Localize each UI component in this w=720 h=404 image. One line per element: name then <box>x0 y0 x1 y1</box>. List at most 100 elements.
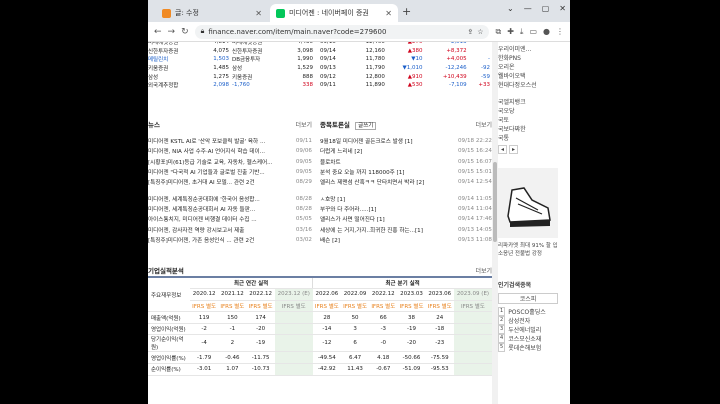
list-item[interactable]: 미디어젠, 세계특징순공대회에 '한국어 음성합... 08/28 <box>148 193 312 203</box>
back-icon[interactable]: ← <box>154 27 162 37</box>
side-broker-item[interactable]: 오리온 <box>498 62 570 71</box>
write-button[interactable]: 글쓰기 <box>355 122 377 130</box>
rank-name[interactable]: 코스모신소재 <box>508 334 541 343</box>
chevron-down-icon[interactable]: ⌄ <box>507 4 514 13</box>
list-item[interactable]: 미디어젠 KSTL AI로 '산악 포보클릭 발굴' 육하 ... 09/11 <box>148 136 312 146</box>
rank-name[interactable]: 삼성전자 <box>508 316 530 325</box>
side-broker-item[interactable]: 한화PNS <box>498 53 570 62</box>
item-title[interactable]: [특징주]미디어젠, 초거대 AI 모델... 관련 2건 <box>148 178 293 186</box>
side-ad-text[interactable]: 리파카엣 최대 91% 할 입소응년 전불법 강정 <box>498 242 558 258</box>
list-item[interactable]: 더럽게 느리네 [2] 09/15 16:24 <box>320 146 492 156</box>
side-theme-item[interactable]: 국오당 <box>498 106 570 115</box>
item-title[interactable]: 엘리스 제맨섬 산혹ㅋㅋ 단타치면서 박라 [2] <box>320 178 455 186</box>
share-icon[interactable]: ⇪ <box>467 28 473 36</box>
bookmark-star-icon[interactable]: ☆ <box>477 28 483 36</box>
ranking-item[interactable]: 2 삼성전자 <box>498 316 570 325</box>
side-theme-item[interactable]: 국보다쨔한 <box>498 124 570 133</box>
list-item[interactable]: [특징주]미디어젠, 가존 음성인식 ... 관련 2건 03/02 <box>148 235 312 245</box>
table-cell: ▲530 <box>407 82 423 89</box>
list-item[interactable]: 앨리스가 사면 떨어진다 [1] 09/14 17:46 <box>320 214 492 224</box>
rank-name[interactable]: 두산에너빌리 <box>508 325 541 334</box>
profile-icon[interactable]: ● <box>543 27 550 37</box>
side-theme-item[interactable]: 국통 <box>498 133 570 142</box>
news-more-link[interactable]: 더보기 <box>295 120 312 129</box>
item-title[interactable]: 배슨 [2] <box>320 236 455 244</box>
table-row: 메릴린치 1,503 DB금융투자 1,990 <box>148 55 316 64</box>
ranking-item[interactable]: 1 POSCO홀딩스 <box>498 307 570 316</box>
list-item[interactable]: 분석 중요 오늘 까지 118000주 [1] 09/15 15:01 <box>320 167 492 177</box>
item-title[interactable]: 미디어젠 KSTL AI로 '산악 포보클릭 발굴' 육하 ... <box>148 137 293 145</box>
table-cell: 1,529 <box>297 65 313 72</box>
list-item[interactable]: 미디어젠, 세계특징순공대회서 AI 자동 들판... 08/28 <box>148 204 312 214</box>
item-title[interactable]: [시황포]미(61)등급 기술로 교육, 자동차, 헬스케어... <box>148 158 293 166</box>
table-cell: 3,098 <box>297 47 313 54</box>
item-title[interactable]: 블로차트 <box>320 158 455 166</box>
item-title[interactable]: [특징주]미디어젠, 가존 음성인식 ... 관련 2건 <box>148 236 293 244</box>
side-broker-item[interactable]: 우리이미엔... <box>498 44 570 53</box>
ranking-tab[interactable]: 코스피 <box>498 293 558 304</box>
close-window-icon[interactable]: ✕ <box>559 4 566 13</box>
close-tab-icon[interactable]: ✕ <box>385 9 392 18</box>
reload-icon[interactable]: ↻ <box>181 27 189 37</box>
board-more-link[interactable]: 더보기 <box>475 120 492 129</box>
item-title[interactable]: 미디어젠 "다국적 AI 기업들과 글로벌 진출 기반... <box>148 168 293 176</box>
extension-icon[interactable]: ⧉ <box>495 27 501 37</box>
puzzle-icon[interactable]: ✚ <box>507 27 514 37</box>
maximize-icon[interactable]: ▢ <box>542 4 550 13</box>
item-title[interactable]: 미디어젠, 감사자전 역량 강시보고서 제출 <box>148 226 293 234</box>
new-tab-button[interactable]: + <box>402 5 411 18</box>
prev-icon[interactable]: ◂ <box>498 145 508 154</box>
period-header: 2023.09 (E) <box>453 288 492 301</box>
side-ad[interactable] <box>498 168 558 238</box>
side-theme-item[interactable]: 국토 <box>498 115 570 124</box>
item-title[interactable]: 앨리스가 사면 떨어진다 [1] <box>320 215 455 223</box>
menu-icon[interactable]: ⋮ <box>556 27 564 37</box>
download-icon[interactable]: ⤓ <box>520 27 524 37</box>
list-item[interactable]: ㅅ호망 [1] 09/14 11:05 <box>320 193 492 203</box>
list-item[interactable]: 엘리스 제맨섬 산혹ㅋㅋ 단타치면서 박라 [2] 09/14 12:54 <box>320 177 492 187</box>
item-title[interactable]: 더럽게 느리네 [2] <box>320 147 455 155</box>
sidepanel-icon[interactable]: ▭ <box>529 27 537 37</box>
list-item[interactable]: 미디어젠 "다국적 AI 기업들과 글로벌 진출 기반... 09/05 <box>148 167 312 177</box>
ranking-item[interactable]: 4 코스모신소재 <box>498 334 570 343</box>
list-item[interactable]: 배슨 [2] 09/13 11:08 <box>320 235 492 245</box>
list-item[interactable]: [특징주]미디어젠, 초거대 AI 모델... 관련 2건 08/29 <box>148 177 312 187</box>
item-title[interactable]: ㅅ호망 [1] <box>320 195 455 203</box>
list-item[interactable]: 블로차트 09/15 16:07 <box>320 157 492 167</box>
list-item[interactable]: 부꾸와 다 주어라.....[1] 09/14 11:04 <box>320 204 492 214</box>
ranking-item[interactable]: 3 두산에너빌리 <box>498 325 570 334</box>
ranking-item[interactable]: 5 롯데손해보험 <box>498 343 570 352</box>
minimize-icon[interactable]: — <box>524 4 532 13</box>
item-title[interactable]: 미디어젠, NIA 사업 수주·AI 언어지식 학습 데이... <box>148 147 293 155</box>
tab-blog[interactable]: 글: 수정 ✕ <box>156 4 268 22</box>
list-item[interactable]: 세상에 는 거지,가지..희귀한 진홍 하는...[1] 09/13 14:05 <box>320 224 492 234</box>
rank-name[interactable]: 롯데손해보험 <box>508 343 541 352</box>
side-broker-item[interactable]: 웰바이오택 <box>498 71 570 80</box>
scrollbar-thumb[interactable] <box>493 162 497 242</box>
item-title[interactable]: 미디어젠, 세계특징순공대회에 '한국어 음성합... <box>148 195 293 203</box>
item-title[interactable]: 분석 중요 오늘 까지 118000주 [1] <box>320 168 455 176</box>
url-field[interactable]: 🔒︎ finance.naver.com/item/main.naver?cod… <box>194 24 490 39</box>
next-icon[interactable]: ▸ <box>509 145 519 154</box>
list-item[interactable]: [시황포]미(61)등급 기술로 교육, 자동차, 헬스케어... 09/05 <box>148 157 312 167</box>
finance-more-link[interactable]: 더보기 <box>475 266 492 275</box>
list-item[interactable]: 미디어젠, 감사자전 역량 강시보고서 제출 03/16 <box>148 224 312 234</box>
list-item[interactable]: 미디어젠, NIA 사업 수주·AI 언어지식 학습 데이... 09/06 <box>148 146 312 156</box>
rank-name[interactable]: POSCO홀딩스 <box>508 307 546 316</box>
table-cell: -42.92 <box>312 363 341 376</box>
tab-stock[interactable]: 미디어젠 : 네이버페이 증권 ✕ <box>270 4 398 22</box>
side-broker-item[interactable]: 현대다정오스선 <box>498 80 570 89</box>
item-title[interactable]: 아이스통치지, 미디어젠 비행결 데이터 수집 ... <box>148 215 293 223</box>
item-title[interactable]: 9월18일 미디어젠 골든크로스 발생 [1] <box>320 137 455 145</box>
rank-number: 2 <box>498 316 506 325</box>
table-cell: -0.67 <box>369 363 398 376</box>
forward-icon[interactable]: → <box>168 27 176 37</box>
side-theme-item[interactable]: 국엘지뱅크 <box>498 97 570 106</box>
item-title[interactable]: 세상에 는 거지,가지..희귀한 진홍 하는...[1] <box>320 226 455 234</box>
item-title[interactable]: 부꾸와 다 주어라.....[1] <box>320 205 455 213</box>
item-title[interactable]: 미디어젠, 세계특징순공대회서 AI 자동 들판... <box>148 205 293 213</box>
table-cell: 12,160 <box>365 47 385 54</box>
list-item[interactable]: 9월18일 미디어젠 골든크로스 발생 [1] 09/18 22:22 <box>320 136 492 146</box>
close-tab-icon[interactable]: ✕ <box>255 9 262 18</box>
list-item[interactable]: 아이스통치지, 미디어젠 비행결 데이터 수집 ... 05/05 <box>148 214 312 224</box>
